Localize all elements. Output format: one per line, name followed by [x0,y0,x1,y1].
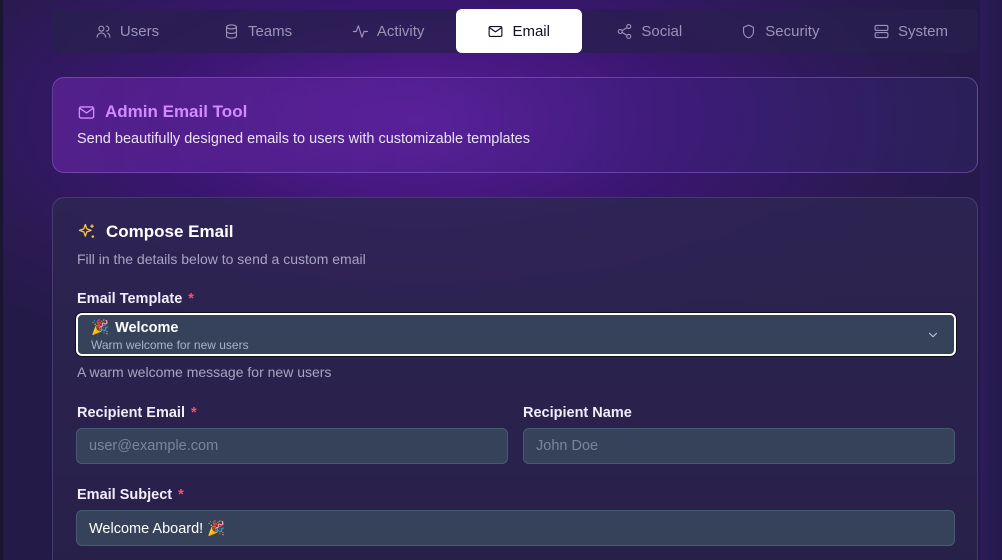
tab-label: Users [119,22,160,40]
recipient-name-label: Recipient Name [523,405,632,421]
compose-title: Compose Email [77,222,234,242]
share-icon [618,23,632,39]
window-right-edge [980,0,1002,560]
selected-template-name: Welcome [115,320,179,336]
admin-tab-bar: Users Teams Activity Email Social Securi… [52,9,978,53]
tab-label: System [897,22,948,40]
tab-label: Email [512,22,550,40]
party-popper-icon: 🎉 [91,320,110,336]
tab-email[interactable]: Email [455,9,582,53]
email-subject-label: Email Subject * [77,487,184,503]
recipient-email-input[interactable] [76,428,508,464]
selected-template-description: Warm welcome for new users [91,338,249,352]
tab-label: Teams [247,22,293,40]
recipient-name-label-text: Recipient Name [523,405,632,421]
recipient-email-label-text: Recipient Email [77,405,185,421]
shield-icon [743,24,755,38]
required-mark: * [190,405,197,421]
compose-email-card: Compose Email Fill in the details below … [52,197,978,560]
window-left-edge [0,0,3,560]
database-icon [225,23,237,39]
selected-template: 🎉 Welcome [91,319,178,336]
chevron-down-icon [926,328,940,342]
activity-icon [352,24,369,38]
email-tool-info-card: Admin Email Tool Send beautifully design… [52,77,978,173]
recipient-name-input[interactable] [523,428,955,464]
email-template-select[interactable]: 🎉 Welcome Warm welcome for new users [76,313,956,356]
tab-label: Activity [376,22,425,40]
template-label-text: Email Template [77,291,183,307]
info-title-text: Admin Email Tool [105,102,248,121]
users-icon [96,25,111,38]
compose-title-text: Compose Email [106,222,234,241]
recipient-email-label: Recipient Email * [77,405,197,421]
email-subject-label-text: Email Subject [77,487,173,503]
required-mark: * [178,487,184,503]
tab-teams[interactable]: Teams [195,9,321,53]
compose-subtitle: Fill in the details below to send a cust… [77,251,366,267]
server-icon [874,24,889,38]
tab-security[interactable]: Security [717,9,843,53]
tab-label: Security [765,22,820,40]
tab-label: Social [641,22,683,40]
mail-icon [78,105,95,119]
info-title: Admin Email Tool [77,102,247,122]
tab-users[interactable]: Users [64,9,190,53]
sparkles-icon [78,223,95,238]
tab-social[interactable]: Social [586,9,712,53]
tab-activity[interactable]: Activity [325,9,451,53]
template-helper-text: A warm welcome message for new users [77,364,332,380]
mail-icon [489,25,503,37]
info-subtitle: Send beautifully designed emails to user… [77,131,530,147]
required-mark: * [188,291,194,307]
template-label: Email Template * [77,291,194,307]
tab-system[interactable]: System [847,9,973,53]
email-subject-input[interactable] [76,510,955,546]
